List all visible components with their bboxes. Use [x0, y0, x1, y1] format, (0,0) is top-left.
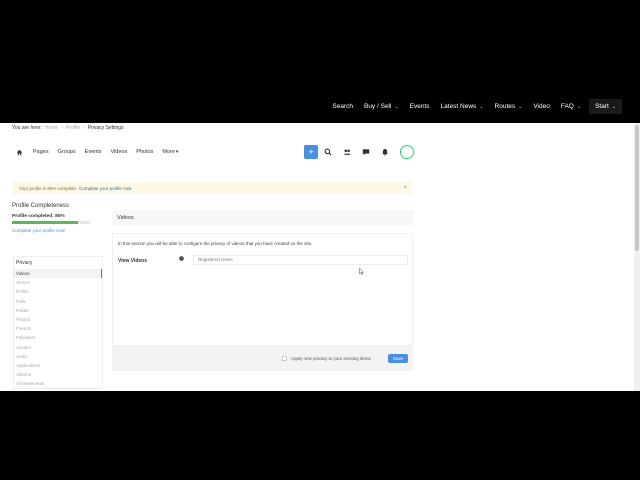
- subnav-groups[interactable]: Groups: [58, 149, 76, 155]
- progress-bar: [12, 221, 90, 224]
- profile-completeness-title: Profile Completeness: [12, 203, 70, 209]
- apply-existing-label: Apply new privacy to your existing items: [291, 356, 371, 361]
- privacy-item-photos[interactable]: Photos: [14, 315, 102, 324]
- scrollbar-thumb[interactable]: [635, 125, 639, 251]
- menu-item-label: Routes: [494, 103, 516, 110]
- breadcrumb-home[interactable]: Home: [45, 125, 58, 131]
- menu-item-events[interactable]: Events: [410, 103, 430, 110]
- complete-profile-link[interactable]: Complete your profile now!: [12, 228, 104, 233]
- form-footer: Apply new privacy to your existing items…: [112, 346, 413, 371]
- subnav-photos[interactable]: Photos: [136, 149, 153, 155]
- chevron-down-icon: ⌄: [576, 103, 582, 110]
- chevron-down-icon: ▾: [175, 149, 179, 155]
- menu-item-label: Start: [595, 103, 609, 110]
- toolbar-icons: +: [304, 145, 414, 159]
- menu-item-latest-news[interactable]: Latest News ⌄: [441, 103, 484, 110]
- chevron-down-icon: ⌄: [611, 103, 616, 110]
- menu-item-start[interactable]: Start ⌄: [589, 99, 622, 114]
- privacy-item-friends[interactable]: Friends: [14, 324, 102, 333]
- section-intro: In this section you will be able to conf…: [118, 241, 313, 246]
- profile-completeness-panel: Profile Completeness Profile completed: …: [12, 203, 104, 233]
- privacy-item-videos[interactable]: Videos: [14, 269, 102, 279]
- letterbox-bottom: [0, 391, 640, 480]
- main-menu: Search Buy / Sell ⌄ Events Latest News ⌄ R…: [321, 99, 622, 114]
- help-icon[interactable]: ?: [179, 256, 184, 261]
- privacy-heading: Privacy: [16, 260, 33, 266]
- bell-icon[interactable]: [381, 148, 389, 156]
- privacy-item-system[interactable]: System: [14, 343, 102, 352]
- menu-item-routes[interactable]: Routes ⌄: [495, 103, 523, 110]
- view-videos-select[interactable]: Registered Users: [193, 255, 408, 265]
- svg-text:?: ?: [181, 257, 183, 261]
- home-icon[interactable]: [16, 149, 23, 156]
- privacy-menu: Privacy Videos Stories Profile Polls Poi…: [13, 256, 103, 389]
- breadcrumb-separator: ›: [83, 125, 85, 131]
- privacy-item-polls[interactable]: Polls: [14, 297, 102, 306]
- chat-icon[interactable]: [362, 148, 370, 156]
- breadcrumb-prefix: You are here:: [12, 125, 42, 131]
- breadcrumb-separator: ›: [61, 125, 63, 131]
- avatar[interactable]: [400, 145, 414, 159]
- subnav-events[interactable]: Events: [85, 149, 102, 155]
- alert-text: Your profile is 85% complete.: [19, 185, 78, 191]
- menu-item-label: Latest News: [440, 103, 477, 110]
- top-navigation-bar: Search Buy / Sell ⌄ Events Latest News ⌄ R…: [0, 0, 640, 123]
- privacy-item-applications[interactable]: Applications: [14, 361, 102, 370]
- profile-completed-label: Profile completed: 85%: [12, 214, 65, 219]
- alert-link[interactable]: Complete your profile now: [79, 186, 131, 191]
- privacy-item-albums[interactable]: Albums: [14, 370, 102, 379]
- breadcrumb-current: Privacy Settings: [87, 125, 124, 131]
- menu-item-label: Buy / Sell: [363, 103, 392, 110]
- subnav-pages[interactable]: Pages: [33, 149, 49, 155]
- chevron-down-icon: ⌄: [394, 103, 399, 110]
- menu-item-faq[interactable]: FAQ ⌄: [561, 103, 581, 110]
- menu-item-label: Events: [409, 103, 430, 110]
- section-title: Videos: [112, 210, 413, 225]
- privacy-item-audio[interactable]: Audio: [14, 352, 102, 361]
- subnav-more[interactable]: More ▾: [162, 149, 178, 155]
- friends-icon[interactable]: [343, 148, 351, 156]
- search-icon[interactable]: [324, 148, 332, 156]
- chevron-down-icon: ⌄: [518, 103, 523, 110]
- subnav-videos[interactable]: Videos: [110, 149, 127, 155]
- close-icon[interactable]: ×: [403, 185, 407, 191]
- privacy-item-points[interactable]: Points: [14, 306, 102, 315]
- privacy-item-stories[interactable]: Stories: [14, 278, 102, 287]
- save-button[interactable]: Save: [388, 354, 408, 363]
- add-button[interactable]: +: [304, 145, 318, 159]
- privacy-item-achievements[interactable]: Achievements: [14, 379, 102, 388]
- menu-item-label: Search: [332, 103, 353, 110]
- apply-existing-checkbox[interactable]: [282, 356, 287, 361]
- menu-item-video[interactable]: Video: [533, 103, 550, 110]
- menu-item-label: FAQ: [560, 103, 574, 110]
- menu-item-buy-sell[interactable]: Buy / Sell ⌄: [364, 103, 399, 110]
- breadcrumb: You are here: Home › Profile › Privacy S…: [12, 125, 124, 131]
- privacy-item-profile[interactable]: Profile: [14, 287, 102, 296]
- profile-alert: Your profile is 85% complete. Complete y…: [12, 182, 412, 194]
- breadcrumb-profile[interactable]: Profile: [66, 125, 80, 131]
- menu-item-search[interactable]: Search: [332, 103, 353, 110]
- chevron-down-icon: ⌄: [479, 103, 484, 110]
- privacy-settings-form: In this section you will be able to conf…: [112, 233, 413, 346]
- view-videos-label: View Videos: [118, 258, 147, 264]
- mouse-cursor-icon: [359, 268, 364, 275]
- menu-item-label: Video: [533, 103, 550, 110]
- subnav-more-label: More: [162, 149, 175, 155]
- page-scrollbar[interactable]: [634, 123, 640, 391]
- progress-fill: [12, 221, 79, 224]
- secondary-navigation: Pages Groups Events Videos Photos More ▾ …: [16, 145, 416, 159]
- privacy-item-followers[interactable]: Followers: [14, 333, 102, 342]
